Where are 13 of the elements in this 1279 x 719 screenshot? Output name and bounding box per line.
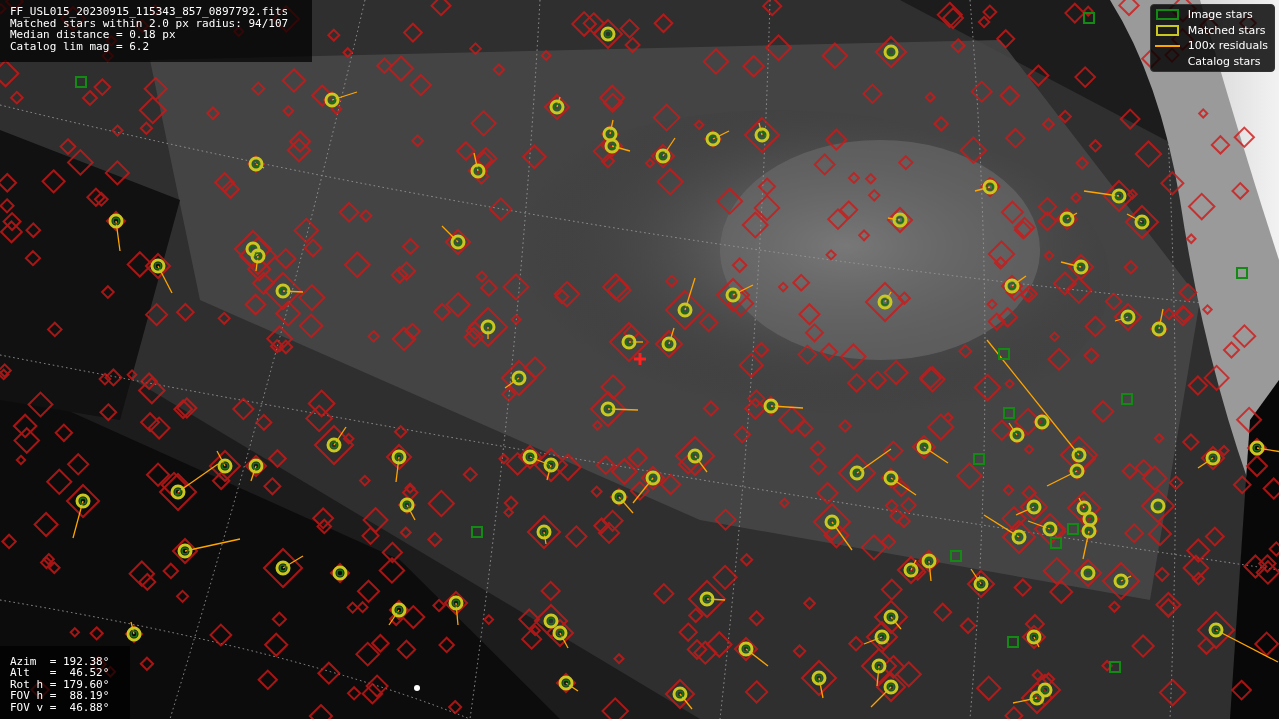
pointing-text: FOV v = 46.88°	[10, 701, 111, 713]
info-text: FF_USL015_20230915_115343_857_0897792.fits	[10, 6, 290, 18]
legend-label: Catalog stars	[1187, 54, 1261, 68]
pointing-text: FOV h = 88.19°	[10, 690, 111, 702]
pointing-text: Azim = 192.38°	[10, 655, 111, 667]
pointing-text: Alt = 46.52°	[10, 667, 111, 679]
legend-label: Matched stars	[1187, 23, 1266, 37]
legend-label: 100x residuals	[1187, 39, 1268, 53]
info-text: Matched stars within 2.0 px radius: 94/107	[10, 17, 290, 29]
legend-label: Image stars	[1187, 8, 1253, 22]
info-text: Median distance = 0.18 px	[10, 29, 176, 41]
info-text: Catalog lim mag = 6.2	[10, 40, 151, 52]
pointing-text: Rot h = 179.60°	[10, 678, 111, 690]
